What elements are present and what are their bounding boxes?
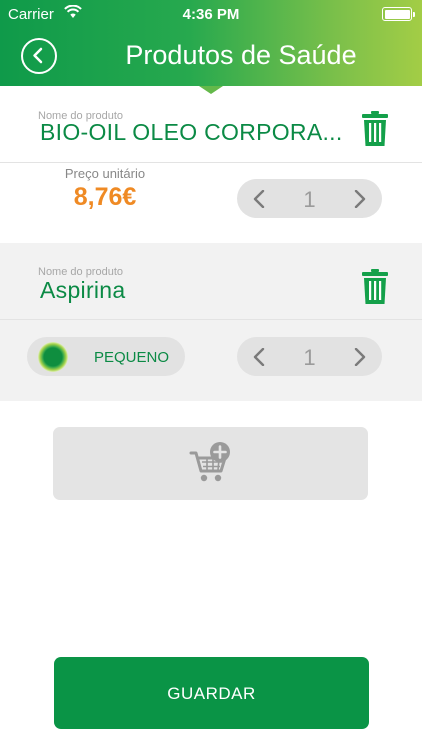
size-label: PEQUENO (94, 349, 170, 366)
quantity-value: 1 (303, 345, 316, 370)
delete-button[interactable] (362, 111, 388, 147)
chevron-right-icon (354, 348, 366, 366)
product-item-1: Nome do produto BIO-OIL OLEO CORPORA... … (0, 94, 422, 244)
size-indicator-icon (38, 342, 68, 372)
page-title: Produtos de Saúde (125, 40, 357, 70)
quantity-stepper: 1 (237, 337, 382, 376)
add-product-button[interactable] (53, 427, 368, 500)
quantity-stepper: 1 (237, 179, 382, 218)
trash-icon (362, 269, 388, 304)
status-bar: Carrier 4:36 PM (0, 0, 422, 28)
unit-price-label: Preço unitário (64, 166, 146, 181)
divider (0, 162, 422, 163)
trash-icon (362, 111, 388, 146)
quantity-value: 1 (303, 187, 316, 212)
save-button-label: GUARDAR (167, 684, 256, 703)
increment-button[interactable] (338, 179, 378, 218)
delete-button[interactable] (362, 269, 388, 305)
unit-price: 8,76€ (73, 183, 137, 211)
size-selector[interactable]: PEQUENO (27, 337, 185, 376)
increment-button[interactable] (338, 337, 378, 376)
cart-plus-icon (189, 442, 230, 482)
chevron-left-icon (33, 47, 43, 64)
save-button[interactable]: GUARDAR (54, 657, 369, 729)
screen: Carrier 4:36 PM Produtos de Saúde Nome d… (0, 0, 422, 750)
chevron-left-icon (253, 190, 265, 208)
decrement-button[interactable] (241, 179, 281, 218)
divider (0, 319, 422, 320)
battery-icon (382, 7, 415, 21)
decrement-button[interactable] (241, 337, 281, 376)
product-name: Aspirina (40, 277, 126, 303)
product-item-2: Nome do produto Aspirina PEQUENO 1 (0, 243, 422, 401)
header-pointer (199, 86, 223, 94)
chevron-left-icon (253, 348, 265, 366)
product-name: BIO-OIL OLEO CORPORA... (40, 119, 343, 145)
header: Carrier 4:36 PM Produtos de Saúde (0, 0, 422, 86)
back-button[interactable] (21, 38, 57, 74)
chevron-right-icon (354, 190, 366, 208)
status-time: 4:36 PM (182, 6, 240, 23)
